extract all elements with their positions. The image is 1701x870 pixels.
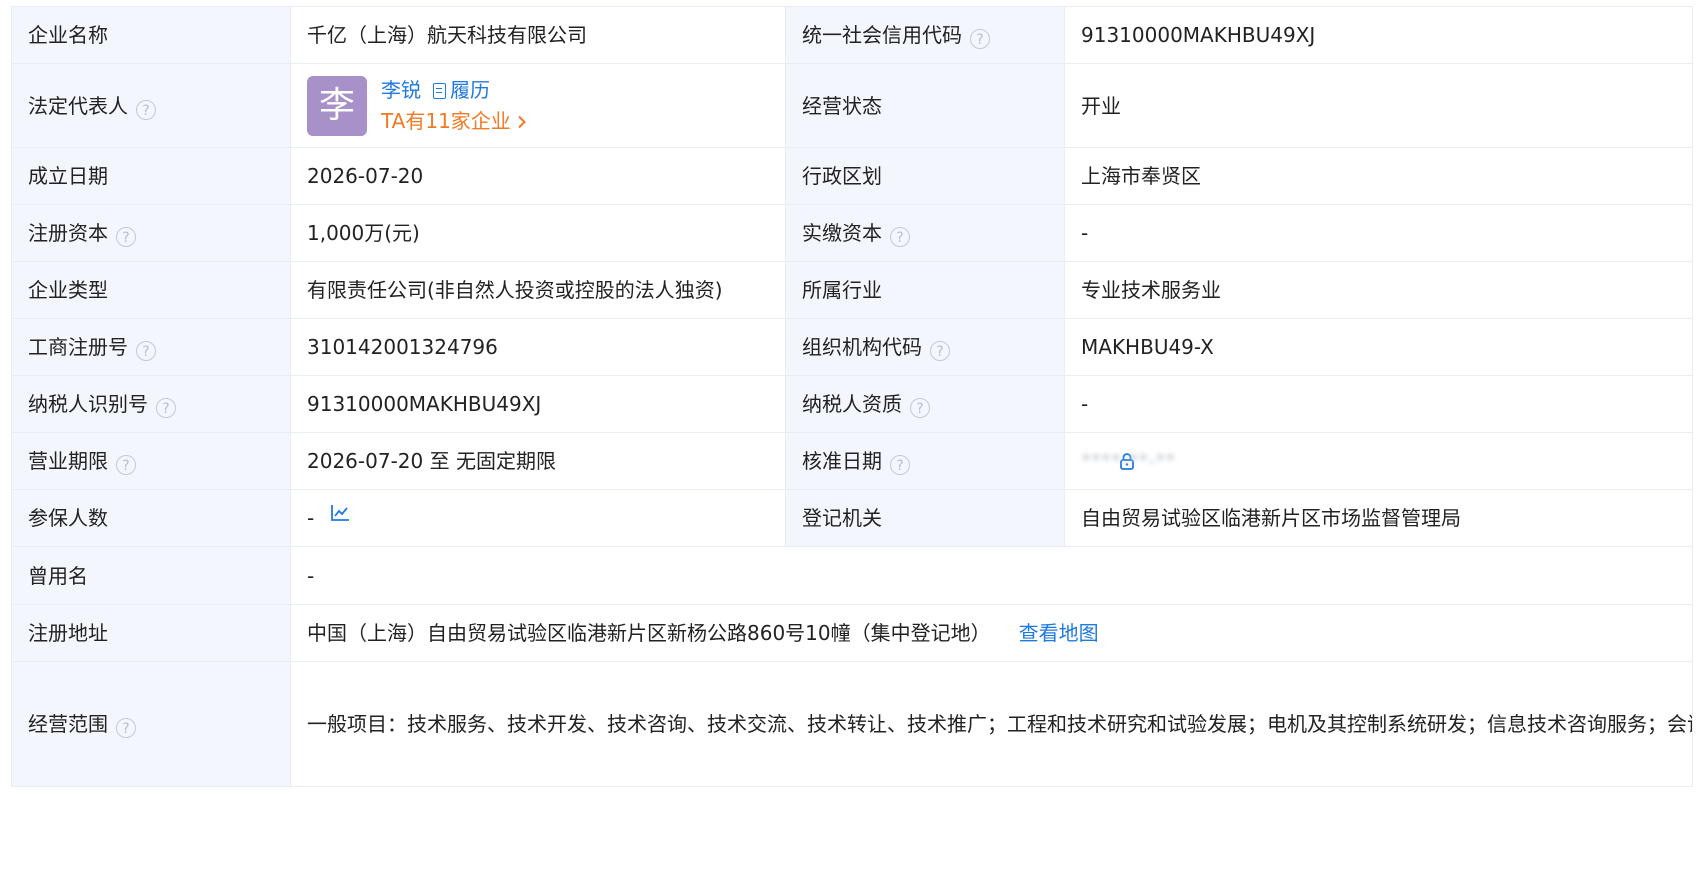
question-circle-icon[interactable]: ? [910,398,930,418]
question-circle-icon[interactable]: ? [970,29,990,49]
value-paid-in-capital: - [1064,204,1693,262]
label-company-type: 企业类型 [11,261,291,319]
approval-date-masked: ****-**-** [1081,449,1176,473]
table-row: 注册地址 中国（上海）自由贸易试验区临港新片区新杨公路860号10幢（集中登记地… [11,604,1693,662]
table-row: 参保人数 - 登记机关 自由贸易试验区临港新片区市场监督管理局 [11,489,1693,547]
table-row: 纳税人识别号? 91310000MAKHBU49XJ 纳税人资质? - [11,375,1693,433]
value-company-type: 有限责任公司(非自然人投资或控股的法人独资) [290,261,786,319]
value-legal-rep: 李 李锐 履历 TA有11家企业 [290,63,786,148]
table-row: 经营范围? 一般项目：技术服务、技术开发、技术咨询、技术交流、技术转让、技术推广… [11,661,1693,787]
label-business-term: 营业期限? [11,432,291,490]
label-credit-code: 统一社会信用代码? [785,6,1065,64]
label-legal-rep: 法定代表人? [11,63,291,148]
table-row: 营业期限? 2026-07-20 至 无固定期限 核准日期? ****-**-*… [11,432,1693,490]
value-business-status: 开业 [1064,63,1693,148]
label-administrative-region: 行政区划 [785,147,1065,205]
value-taxpayer-id: 91310000MAKHBU49XJ [290,375,786,433]
value-registration-authority: 自由贸易试验区临港新片区市场监督管理局 [1064,489,1693,547]
value-organization-code: MAKHBU49-X [1064,318,1693,376]
value-registered-capital: 1,000万(元) [290,204,786,262]
label-former-name: 曾用名 [11,546,291,605]
table-row: 工商注册号? 310142001324796 组织机构代码? MAKHBU49-… [11,318,1693,376]
table-row: 成立日期 2026-07-20 行政区划 上海市奉贤区 [11,147,1693,205]
label-organization-code: 组织机构代码? [785,318,1065,376]
view-map-link[interactable]: 查看地图 [1019,621,1099,645]
table-row: 企业类型 有限责任公司(非自然人投资或控股的法人独资) 所属行业 专业技术服务业 [11,261,1693,319]
table-row: 注册资本? 1,000万(元) 实缴资本? - [11,204,1693,262]
question-circle-icon[interactable]: ? [890,455,910,475]
related-companies-link[interactable]: TA有11家企业 [381,109,527,133]
question-circle-icon[interactable]: ? [930,341,950,361]
value-taxpayer-qualification: - [1064,375,1693,433]
line-chart-icon[interactable] [330,504,350,522]
question-circle-icon[interactable]: ? [116,455,136,475]
question-circle-icon[interactable]: ? [116,718,136,738]
label-business-scope: 经营范围? [11,661,291,787]
label-registered-capital: 注册资本? [11,204,291,262]
label-registered-address: 注册地址 [11,604,291,662]
label-registration-number: 工商注册号? [11,318,291,376]
table-row: 法定代表人? 李 李锐 履历 TA有11家企业 经营状态 开业 [11,63,1693,148]
table-row: 曾用名 - [11,546,1693,605]
avatar[interactable]: 李 [307,75,367,136]
chevron-right-icon [518,115,526,128]
value-registration-number: 310142001324796 [290,318,786,376]
value-business-scope: 一般项目：技术服务、技术开发、技术咨询、技术交流、技术转让、技术推广；工程和技术… [290,661,1693,787]
value-registered-address: 中国（上海）自由贸易试验区临港新片区新杨公路860号10幢（集中登记地） 查看地图 [290,604,1693,662]
question-circle-icon[interactable]: ? [116,227,136,247]
label-established-date: 成立日期 [11,147,291,205]
resume-link[interactable]: 履历 [450,78,490,102]
value-approval-date[interactable]: ****-**-** [1064,432,1693,490]
label-approval-date: 核准日期? [785,432,1065,490]
label-registration-authority: 登记机关 [785,489,1065,547]
question-circle-icon[interactable]: ? [136,99,156,120]
value-established-date: 2026-07-20 [290,147,786,205]
value-administrative-region: 上海市奉贤区 [1064,147,1693,205]
value-insured-count: - [290,489,786,547]
value-business-term: 2026-07-20 至 无固定期限 [290,432,786,490]
question-circle-icon[interactable]: ? [156,398,176,418]
company-info-table: 企业名称 千亿（上海）航天科技有限公司 统一社会信用代码? 91310000MA… [11,6,1693,787]
label-paid-in-capital: 实缴资本? [785,204,1065,262]
question-circle-icon[interactable]: ? [890,227,910,247]
question-circle-icon[interactable]: ? [136,341,156,361]
label-insured-count: 参保人数 [11,489,291,547]
value-former-name: - [290,546,1693,605]
label-taxpayer-qualification: 纳税人资质? [785,375,1065,433]
label-company-name: 企业名称 [11,6,291,64]
table-row: 企业名称 千亿（上海）航天科技有限公司 统一社会信用代码? 91310000MA… [11,6,1693,64]
label-taxpayer-id: 纳税人识别号? [11,375,291,433]
value-company-name: 千亿（上海）航天科技有限公司 [290,6,786,64]
value-industry: 专业技术服务业 [1064,261,1693,319]
value-credit-code: 91310000MAKHBU49XJ [1064,6,1693,64]
legal-rep-name-link[interactable]: 李锐 [381,78,421,102]
company-info-panel: 企业名称 千亿（上海）航天科技有限公司 统一社会信用代码? 91310000MA… [0,0,1701,787]
label-industry: 所属行业 [785,261,1065,319]
resume-icon[interactable] [433,82,446,99]
label-business-status: 经营状态 [785,63,1065,148]
